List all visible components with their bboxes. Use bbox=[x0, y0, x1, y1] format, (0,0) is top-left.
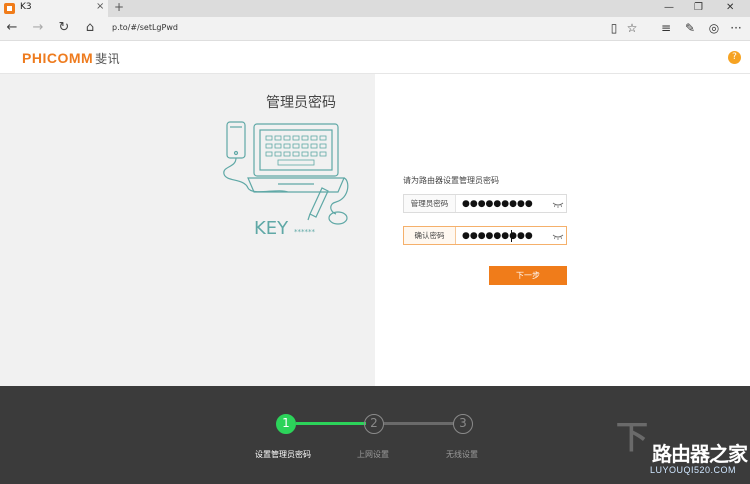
browser-tab[interactable]: K3 × bbox=[0, 0, 108, 17]
minimize-icon[interactable]: — bbox=[664, 2, 674, 13]
new-tab-button[interactable]: + bbox=[114, 0, 124, 14]
url-text: p.to/#/setLgPwd bbox=[112, 23, 178, 32]
reading-view-icon[interactable]: ▯ bbox=[606, 21, 622, 35]
browser-tab-bar: K3 × + — ❐ ✕ bbox=[0, 0, 750, 17]
illustration-title: 管理员密码 bbox=[266, 95, 336, 111]
tab-title: K3 bbox=[20, 2, 32, 12]
admin-password-label: 管理员密码 bbox=[404, 195, 456, 212]
favorite-star-icon[interactable]: ☆ bbox=[624, 21, 640, 35]
back-icon[interactable]: ← bbox=[4, 20, 20, 35]
admin-password-field: 管理员密码 bbox=[403, 194, 567, 213]
step-2-label: 上网设置 bbox=[357, 450, 389, 459]
site-watermark: 下 路由器之家 LUYOUQI520.COM bbox=[612, 418, 750, 484]
watermark-sub: LUYOUQI520.COM bbox=[650, 465, 737, 475]
help-icon[interactable]: ? bbox=[728, 51, 741, 64]
more-icon[interactable]: ··· bbox=[728, 21, 744, 35]
url-field[interactable]: p.to/#/setLgPwd bbox=[108, 19, 648, 38]
maximize-icon[interactable]: ❐ bbox=[694, 2, 703, 13]
laptop-phone-key-illustration-icon: KEY ****** bbox=[223, 121, 349, 238]
web-note-icon[interactable]: ✎ bbox=[682, 21, 698, 35]
step-connector-1 bbox=[296, 422, 366, 425]
next-step-button[interactable]: 下一步 bbox=[489, 266, 567, 285]
step-1-label: 设置管理员密码 bbox=[255, 450, 311, 459]
page-header: PHICOMM 斐讯 ? bbox=[0, 42, 750, 74]
logo-cn: 斐讯 bbox=[95, 52, 121, 66]
home-icon[interactable]: ⌂ bbox=[82, 20, 98, 35]
step-1-circle: 1 bbox=[276, 414, 296, 434]
confirm-password-label: 确认密码 bbox=[404, 227, 456, 244]
close-window-icon[interactable]: ✕ bbox=[726, 2, 734, 13]
tab-close-icon[interactable]: × bbox=[96, 1, 104, 12]
phicomm-logo: PHICOMM 斐讯 bbox=[22, 50, 120, 67]
step-connector-2 bbox=[384, 422, 454, 425]
form-hint: 请为路由器设置管理员密码 bbox=[403, 176, 499, 185]
show-confirm-password-eye-icon[interactable] bbox=[552, 232, 564, 240]
confirm-password-input[interactable] bbox=[462, 230, 547, 242]
step-3-label: 无线设置 bbox=[446, 450, 478, 459]
share-icon[interactable]: ◎ bbox=[706, 21, 722, 35]
text-caret bbox=[511, 230, 512, 242]
refresh-icon[interactable]: ↻ bbox=[56, 20, 72, 35]
logo-en: PHICOMM bbox=[22, 50, 94, 66]
key-text: KEY bbox=[254, 218, 289, 238]
hub-icon[interactable]: ≡ bbox=[658, 21, 674, 35]
key-stars: ****** bbox=[294, 228, 316, 236]
phicomm-favicon-icon bbox=[4, 3, 15, 14]
watermark-glyph: 下 bbox=[616, 418, 649, 456]
confirm-password-field: 确认密码 bbox=[403, 226, 567, 245]
forward-icon[interactable]: → bbox=[30, 20, 46, 35]
watermark-main: 路由器之家 bbox=[652, 442, 748, 466]
form-pane: 请为路由器设置管理员密码 管理员密码 确认密码 下一步 bbox=[375, 74, 750, 386]
show-password-eye-icon[interactable] bbox=[552, 200, 564, 208]
address-bar: ← → ↻ ⌂ p.to/#/setLgPwd ▯ ☆ ≡ ✎ ◎ ··· bbox=[0, 17, 750, 41]
admin-password-input[interactable] bbox=[462, 198, 547, 210]
step-2-circle: 2 bbox=[364, 414, 384, 434]
step-3-circle: 3 bbox=[453, 414, 473, 434]
